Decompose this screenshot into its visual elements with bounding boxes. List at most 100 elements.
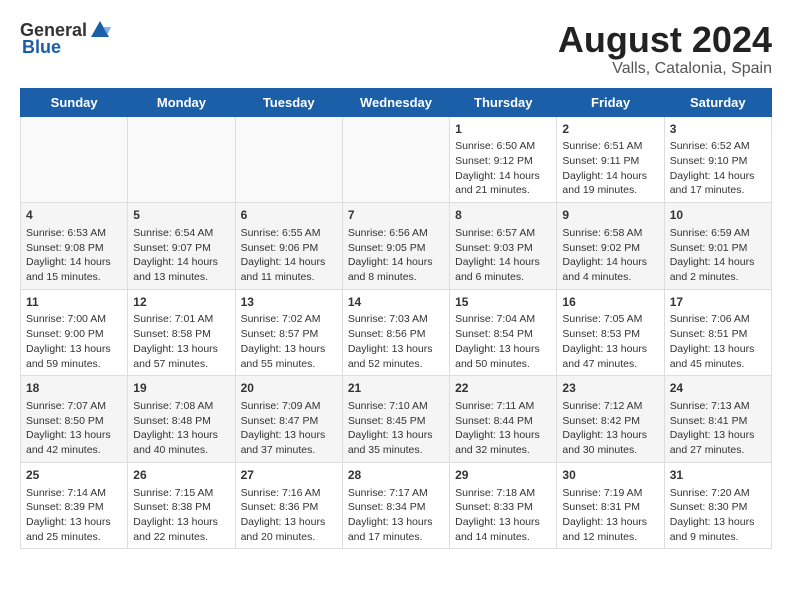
day-info: Daylight: 13 hours <box>26 342 122 357</box>
day-info: Sunrise: 6:59 AM <box>670 226 766 241</box>
day-info: Sunrise: 7:06 AM <box>670 312 766 327</box>
day-info: Sunset: 9:10 PM <box>670 154 766 169</box>
week-row-3: 11Sunrise: 7:00 AMSunset: 9:00 PMDayligh… <box>21 289 772 376</box>
day-cell: 25Sunrise: 7:14 AMSunset: 8:39 PMDayligh… <box>21 462 128 549</box>
day-cell: 20Sunrise: 7:09 AMSunset: 8:47 PMDayligh… <box>235 376 342 463</box>
day-info: and 25 minutes. <box>26 530 122 545</box>
day-info: Daylight: 13 hours <box>455 428 551 443</box>
day-info: and 22 minutes. <box>133 530 229 545</box>
day-info: Sunrise: 7:00 AM <box>26 312 122 327</box>
day-info: Daylight: 14 hours <box>670 255 766 270</box>
day-cell: 30Sunrise: 7:19 AMSunset: 8:31 PMDayligh… <box>557 462 664 549</box>
day-info: Sunset: 8:53 PM <box>562 327 658 342</box>
weekday-header-row: SundayMondayTuesdayWednesdayThursdayFrid… <box>21 88 772 116</box>
day-number: 28 <box>348 467 444 484</box>
day-info: and 30 minutes. <box>562 443 658 458</box>
day-info: Sunset: 8:54 PM <box>455 327 551 342</box>
day-info: Sunset: 8:44 PM <box>455 414 551 429</box>
day-info: and 57 minutes. <box>133 357 229 372</box>
day-info: Sunrise: 7:17 AM <box>348 486 444 501</box>
day-info: Daylight: 14 hours <box>241 255 337 270</box>
day-info: Sunset: 8:42 PM <box>562 414 658 429</box>
day-info: and 52 minutes. <box>348 357 444 372</box>
day-info: and 8 minutes. <box>348 270 444 285</box>
day-info: Sunset: 8:56 PM <box>348 327 444 342</box>
day-cell: 5Sunrise: 6:54 AMSunset: 9:07 PMDaylight… <box>128 203 235 290</box>
day-info: Sunset: 9:07 PM <box>133 241 229 256</box>
day-cell <box>235 116 342 203</box>
day-info: and 35 minutes. <box>348 443 444 458</box>
day-cell <box>128 116 235 203</box>
day-info: Sunset: 8:50 PM <box>26 414 122 429</box>
day-info: Sunrise: 7:01 AM <box>133 312 229 327</box>
day-info: and 20 minutes. <box>241 530 337 545</box>
day-info: Daylight: 13 hours <box>241 515 337 530</box>
day-number: 7 <box>348 207 444 224</box>
day-info: Sunset: 8:57 PM <box>241 327 337 342</box>
day-info: and 37 minutes. <box>241 443 337 458</box>
day-number: 12 <box>133 294 229 311</box>
day-info: Sunrise: 7:09 AM <box>241 399 337 414</box>
day-info: Daylight: 13 hours <box>670 428 766 443</box>
day-info: Daylight: 14 hours <box>562 255 658 270</box>
day-cell: 27Sunrise: 7:16 AMSunset: 8:36 PMDayligh… <box>235 462 342 549</box>
day-info: and 55 minutes. <box>241 357 337 372</box>
day-info: and 45 minutes. <box>670 357 766 372</box>
day-info: Sunset: 9:08 PM <box>26 241 122 256</box>
day-info: Daylight: 13 hours <box>562 428 658 443</box>
weekday-header-friday: Friday <box>557 88 664 116</box>
day-info: and 47 minutes. <box>562 357 658 372</box>
day-info: and 17 minutes. <box>670 183 766 198</box>
day-info: and 9 minutes. <box>670 530 766 545</box>
day-cell: 13Sunrise: 7:02 AMSunset: 8:57 PMDayligh… <box>235 289 342 376</box>
day-info: Daylight: 14 hours <box>670 169 766 184</box>
day-info: Sunrise: 7:05 AM <box>562 312 658 327</box>
day-info: Daylight: 13 hours <box>26 515 122 530</box>
day-number: 11 <box>26 294 122 311</box>
day-info: Sunrise: 7:04 AM <box>455 312 551 327</box>
weekday-header-monday: Monday <box>128 88 235 116</box>
day-info: and 32 minutes. <box>455 443 551 458</box>
day-cell: 26Sunrise: 7:15 AMSunset: 8:38 PMDayligh… <box>128 462 235 549</box>
weekday-header-thursday: Thursday <box>450 88 557 116</box>
day-info: Daylight: 13 hours <box>348 428 444 443</box>
day-info: and 40 minutes. <box>133 443 229 458</box>
day-cell: 28Sunrise: 7:17 AMSunset: 8:34 PMDayligh… <box>342 462 449 549</box>
day-number: 31 <box>670 467 766 484</box>
day-info: Daylight: 14 hours <box>455 169 551 184</box>
day-info: Sunset: 8:58 PM <box>133 327 229 342</box>
page-container: General Blue August 2024 Valls, Cataloni… <box>20 20 772 549</box>
day-number: 10 <box>670 207 766 224</box>
day-info: and 11 minutes. <box>241 270 337 285</box>
day-info: Daylight: 13 hours <box>455 342 551 357</box>
day-info: Daylight: 13 hours <box>348 515 444 530</box>
day-info: and 2 minutes. <box>670 270 766 285</box>
day-info: and 14 minutes. <box>455 530 551 545</box>
day-info: Daylight: 13 hours <box>562 342 658 357</box>
day-info: and 17 minutes. <box>348 530 444 545</box>
day-cell: 19Sunrise: 7:08 AMSunset: 8:48 PMDayligh… <box>128 376 235 463</box>
weekday-header-saturday: Saturday <box>664 88 771 116</box>
day-info: and 4 minutes. <box>562 270 658 285</box>
day-number: 1 <box>455 121 551 138</box>
day-info: Sunrise: 6:56 AM <box>348 226 444 241</box>
day-info: Daylight: 13 hours <box>455 515 551 530</box>
weekday-header-wednesday: Wednesday <box>342 88 449 116</box>
day-cell: 7Sunrise: 6:56 AMSunset: 9:05 PMDaylight… <box>342 203 449 290</box>
day-info: Daylight: 14 hours <box>133 255 229 270</box>
day-info: and 27 minutes. <box>670 443 766 458</box>
day-cell: 9Sunrise: 6:58 AMSunset: 9:02 PMDaylight… <box>557 203 664 290</box>
weekday-header-tuesday: Tuesday <box>235 88 342 116</box>
day-info: Sunrise: 7:12 AM <box>562 399 658 414</box>
day-info: Daylight: 14 hours <box>348 255 444 270</box>
day-info: Sunset: 8:41 PM <box>670 414 766 429</box>
day-info: Sunset: 8:39 PM <box>26 500 122 515</box>
day-info: Daylight: 13 hours <box>133 428 229 443</box>
day-cell: 22Sunrise: 7:11 AMSunset: 8:44 PMDayligh… <box>450 376 557 463</box>
day-number: 19 <box>133 380 229 397</box>
day-info: Sunrise: 7:03 AM <box>348 312 444 327</box>
day-number: 24 <box>670 380 766 397</box>
day-info: and 6 minutes. <box>455 270 551 285</box>
day-info: Sunset: 9:12 PM <box>455 154 551 169</box>
day-cell: 24Sunrise: 7:13 AMSunset: 8:41 PMDayligh… <box>664 376 771 463</box>
